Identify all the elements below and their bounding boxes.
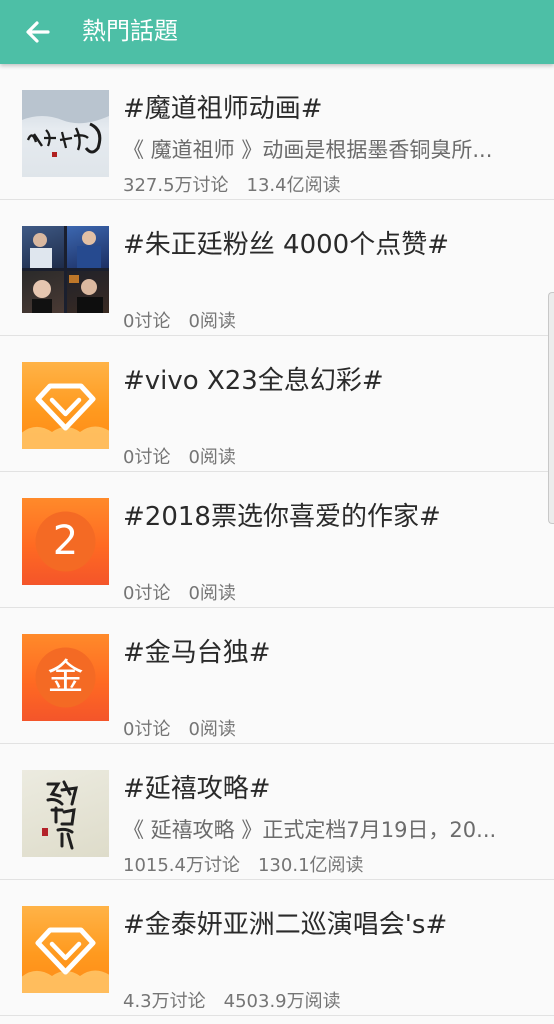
topic-item[interactable]: #朱正廷粉丝 4000个点赞# 0讨论 0阅读 [0, 200, 554, 336]
topic-item[interactable]: 金 #金马台独# 0讨论 0阅读 [0, 608, 554, 744]
collage-photo [67, 271, 109, 313]
topic-stats: 4.3万讨论 4503.9万阅读 [123, 990, 341, 1014]
topic-stats: 327.5万讨论 13.4亿阅读 [123, 174, 341, 198]
topic-title: #金泰妍亚洲二巡演唱会's# [123, 910, 448, 940]
discuss-count: 0讨论 [123, 447, 171, 468]
topic-thumbnail [22, 362, 109, 449]
page-title: 熱門話題 [82, 17, 178, 45]
diamond-icon [22, 927, 109, 993]
discuss-count: 327.5万讨论 [123, 175, 229, 196]
read-count: 0阅读 [188, 447, 236, 468]
topic-stats: 0讨论 0阅读 [123, 446, 236, 470]
topic-title: #2018票选你喜爱的作家# [123, 502, 441, 532]
app-bar: 熱門話題 [0, 0, 554, 64]
topic-thumbnail: 金 [22, 634, 109, 721]
topic-item[interactable]: #vivo X23全息幻彩# 0讨论 0阅读 [0, 336, 554, 472]
calligraphy-title-image [42, 780, 78, 850]
topic-thumbnail: 2 [22, 498, 109, 585]
topic-list[interactable]: #魔道祖师动画# 《 魔道祖师 》动画是根据墨香铜臭所... 327.5万讨论 1… [0, 64, 554, 1024]
ink-calligraphy-image [22, 90, 109, 157]
topic-stats: 1015.4万讨论 130.1亿阅读 [123, 854, 364, 878]
topic-title: #金马台独# [123, 638, 271, 668]
read-count: 0阅读 [188, 311, 236, 332]
topic-title: #延禧攻略# [123, 774, 271, 804]
topic-description: 《 延禧攻略 》正式定档7月19日，20... [123, 818, 497, 842]
scrollbar[interactable] [548, 292, 554, 524]
discuss-count: 0讨论 [123, 311, 171, 332]
collage-photo [67, 226, 109, 268]
read-count: 130.1亿阅读 [257, 855, 364, 876]
number-badge: 2 [52, 518, 79, 564]
discuss-count: 4.3万讨论 [123, 991, 206, 1012]
topic-item[interactable]: #魔道祖师动画# 《 魔道祖师 》动画是根据墨香铜臭所... 327.5万讨论 1… [0, 64, 554, 200]
topic-item[interactable]: 2 #2018票选你喜爱的作家# 0讨论 0阅读 [0, 472, 554, 608]
read-count: 13.4亿阅读 [246, 175, 341, 196]
collage-photo [22, 226, 64, 268]
discuss-count: 1015.4万讨论 [123, 855, 240, 876]
topic-item[interactable]: #金泰妍亚洲二巡演唱会's# 4.3万讨论 4503.9万阅读 [0, 880, 554, 1016]
topic-thumbnail [22, 90, 109, 177]
arrow-left-icon [26, 21, 50, 43]
topic-description: 《 魔道祖师 》动画是根据墨香铜臭所... [123, 138, 493, 162]
topic-title: #魔道祖师动画# [123, 94, 323, 124]
read-count: 4503.9万阅读 [223, 991, 341, 1012]
read-count: 0阅读 [188, 719, 236, 740]
back-button[interactable] [18, 12, 58, 52]
topic-stats: 0讨论 0阅读 [123, 582, 236, 606]
character-badge: 金 [47, 657, 84, 698]
collage-photo [22, 271, 64, 313]
topic-thumbnail [22, 906, 109, 993]
discuss-count: 0讨论 [123, 583, 171, 604]
topic-stats: 0讨论 0阅读 [123, 310, 236, 334]
diamond-icon [22, 383, 109, 449]
read-count: 0阅读 [188, 583, 236, 604]
topic-stats: 0讨论 0阅读 [123, 718, 236, 742]
topic-thumbnail [22, 770, 109, 857]
topic-title: #vivo X23全息幻彩# [123, 366, 384, 396]
topic-thumbnail [22, 226, 109, 313]
topic-item[interactable]: #延禧攻略# 《 延禧攻略 》正式定档7月19日，20... 1015.4万讨论… [0, 744, 554, 880]
topic-title: #朱正廷粉丝 4000个点赞# [123, 230, 450, 260]
discuss-count: 0讨论 [123, 719, 171, 740]
